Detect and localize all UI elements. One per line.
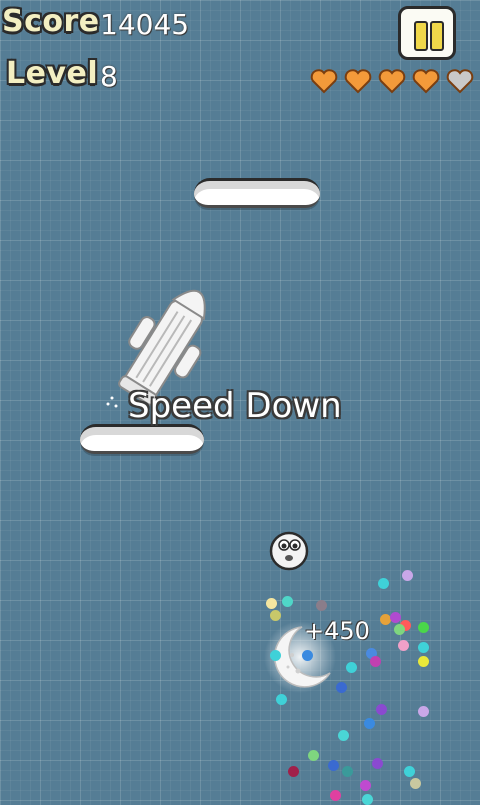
pause-icon xyxy=(414,21,428,51)
pause-button[interactable] xyxy=(398,6,456,60)
particle xyxy=(378,578,389,589)
particle xyxy=(308,750,319,761)
particle xyxy=(418,706,429,717)
particle xyxy=(418,622,429,633)
particle xyxy=(376,704,387,715)
particle xyxy=(404,766,415,777)
particle xyxy=(270,610,281,621)
particle xyxy=(270,650,281,661)
particle xyxy=(390,612,401,623)
particle xyxy=(330,790,341,801)
particle xyxy=(288,766,299,777)
particle xyxy=(276,694,287,705)
particle xyxy=(338,730,349,741)
particle xyxy=(418,642,429,653)
powerup-text: Speed Down xyxy=(128,386,342,426)
particle xyxy=(302,650,313,661)
bonus-score-text: +450 xyxy=(304,617,370,645)
heart-icon xyxy=(412,69,440,94)
platform xyxy=(194,178,320,208)
platform xyxy=(80,424,204,454)
heart-icon xyxy=(446,69,474,94)
level-label: Level xyxy=(6,56,99,91)
particle xyxy=(394,624,405,635)
particle xyxy=(346,662,357,673)
particle xyxy=(372,758,383,769)
particle xyxy=(360,780,371,791)
level-value: 8 xyxy=(100,60,118,93)
particle xyxy=(410,778,421,789)
particle xyxy=(398,640,409,651)
ball-character-icon xyxy=(269,531,309,571)
particle xyxy=(370,656,381,667)
heart-icon xyxy=(378,69,406,94)
pause-icon xyxy=(430,21,444,51)
particle xyxy=(316,600,327,611)
score-label: Score xyxy=(2,4,100,39)
particle xyxy=(282,596,293,607)
particle xyxy=(342,766,353,777)
score-value: 14045 xyxy=(100,8,190,41)
particle xyxy=(402,570,413,581)
particle xyxy=(328,760,339,771)
heart-icon xyxy=(344,69,372,94)
heart-icon xyxy=(310,69,338,94)
particle xyxy=(364,718,375,729)
particle xyxy=(418,656,429,667)
particle xyxy=(266,598,277,609)
particle xyxy=(336,682,347,693)
